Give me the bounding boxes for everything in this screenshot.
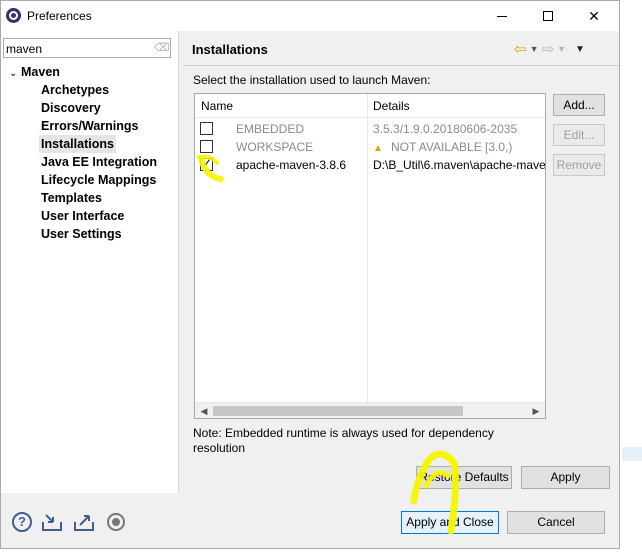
installation-name: WORKSPACE <box>236 140 314 154</box>
table-row[interactable]: EMBEDDED 3.5.3/1.9.0.20180606-2035 <box>195 120 545 138</box>
minimize-icon <box>497 15 507 17</box>
preferences-window: Preferences ✕ ⌫ ⌄Maven Archetypes Discov… <box>0 0 620 549</box>
tree-item-user-settings[interactable]: User Settings <box>39 225 124 243</box>
row-checkbox[interactable] <box>200 122 213 135</box>
column-header-name[interactable]: Name <box>201 99 233 113</box>
import-icon <box>42 514 62 531</box>
installation-details: D:\B_Util\6.maven\apache-maven-3.8.6 <box>373 158 545 172</box>
export-button[interactable] <box>73 511 95 533</box>
installation-details: NOT AVAILABLE [3.0,) <box>391 140 513 154</box>
scroll-left-icon[interactable]: ◀ <box>197 404 211 418</box>
remove-button[interactable]: Remove <box>553 154 605 176</box>
minimize-button[interactable] <box>479 1 525 31</box>
installation-name: apache-maven-3.8.6 <box>236 158 347 172</box>
filter-box: ⌫ <box>3 38 171 58</box>
export-icon <box>74 515 94 531</box>
installation-details: 3.5.3/1.9.0.20180606-2035 <box>373 122 518 136</box>
tree-item-templates[interactable]: Templates <box>39 189 104 207</box>
clear-filter-icon[interactable]: ⌫ <box>154 42 170 54</box>
help-button[interactable]: ? <box>11 511 33 533</box>
help-icon: ? <box>12 512 32 532</box>
scrollbar-thumb[interactable] <box>213 406 463 416</box>
close-icon: ✕ <box>588 7 600 24</box>
tree-item-lifecycle-mappings[interactable]: Lifecycle Mappings <box>39 171 158 189</box>
tree-item-java-ee-integration[interactable]: Java EE Integration <box>39 153 159 171</box>
page-navigation: ⇦ ▼ ⇨ ▼ ▼ <box>514 40 614 58</box>
add-button[interactable]: Add... <box>553 94 605 116</box>
tree-item-archetypes[interactable]: Archetypes <box>39 81 111 99</box>
horizontal-scrollbar[interactable]: ◀ ▶ <box>195 402 545 418</box>
back-arrow-icon[interactable]: ⇦ <box>514 40 527 58</box>
edit-button[interactable]: Edit... <box>553 124 605 146</box>
eclipse-icon <box>6 8 21 23</box>
page-description: Select the installation used to launch M… <box>193 73 431 87</box>
installations-table: Name Details EMBEDDED 3.5.3/1.9.0.201806… <box>194 93 546 419</box>
title-bar[interactable]: Preferences ✕ <box>1 1 619 31</box>
close-button[interactable]: ✕ <box>571 1 617 31</box>
apply-and-close-button[interactable]: Apply and Close <box>401 511 499 534</box>
page-title: Installations <box>192 42 268 57</box>
tree-item-maven[interactable]: ⌄ Maven <box>9 63 60 81</box>
tree-item-installations[interactable]: Installations <box>39 135 116 153</box>
table-row[interactable]: WORKSPACE ▲ NOT AVAILABLE [3.0,) <box>195 138 545 156</box>
table-row[interactable]: apache-maven-3.8.6 D:\B_Util\6.maven\apa… <box>195 156 545 174</box>
row-checkbox-checked[interactable] <box>200 156 213 171</box>
import-button[interactable] <box>41 511 63 533</box>
record-dot <box>112 518 120 526</box>
window-title: Preferences <box>27 9 92 23</box>
table-header: Name Details <box>195 94 545 118</box>
tree-root-label: Maven <box>21 65 60 79</box>
maximize-button[interactable] <box>525 1 571 31</box>
installation-details-cell: ▲ NOT AVAILABLE [3.0,) <box>373 140 545 154</box>
filter-input[interactable] <box>6 41 146 56</box>
embedded-runtime-note: Note: Embedded runtime is always used fo… <box>193 426 494 455</box>
restore-defaults-button[interactable]: Restore Defaults <box>416 466 512 489</box>
apply-button[interactable]: Apply <box>521 466 610 489</box>
back-dropdown-icon[interactable]: ▼ <box>530 44 539 54</box>
title-separator <box>183 65 619 66</box>
column-header-details[interactable]: Details <box>373 99 410 113</box>
installation-name: EMBEDDED <box>236 122 305 136</box>
tree-item-discovery[interactable]: Discovery <box>39 99 103 117</box>
preference-recorder-button[interactable] <box>105 511 127 533</box>
tree-item-errors-warnings[interactable]: Errors/Warnings <box>39 117 140 135</box>
forward-arrow-icon[interactable]: ⇨ <box>542 40 555 58</box>
forward-dropdown-icon[interactable]: ▼ <box>557 44 566 54</box>
warning-icon: ▲ <box>373 143 383 154</box>
cancel-button[interactable]: Cancel <box>507 511 605 534</box>
chevron-down-icon[interactable]: ⌄ <box>9 65 21 83</box>
scroll-right-icon[interactable]: ▶ <box>529 404 543 418</box>
tree-item-user-interface[interactable]: User Interface <box>39 207 126 225</box>
record-icon <box>107 513 125 531</box>
maximize-icon <box>543 11 553 21</box>
view-menu-icon[interactable]: ▼ <box>575 44 585 55</box>
preference-tree-panel: ⌫ ⌄Maven Archetypes Discovery Errors/War… <box>1 31 179 493</box>
row-checkbox[interactable] <box>200 140 213 153</box>
background-strip <box>622 447 642 461</box>
